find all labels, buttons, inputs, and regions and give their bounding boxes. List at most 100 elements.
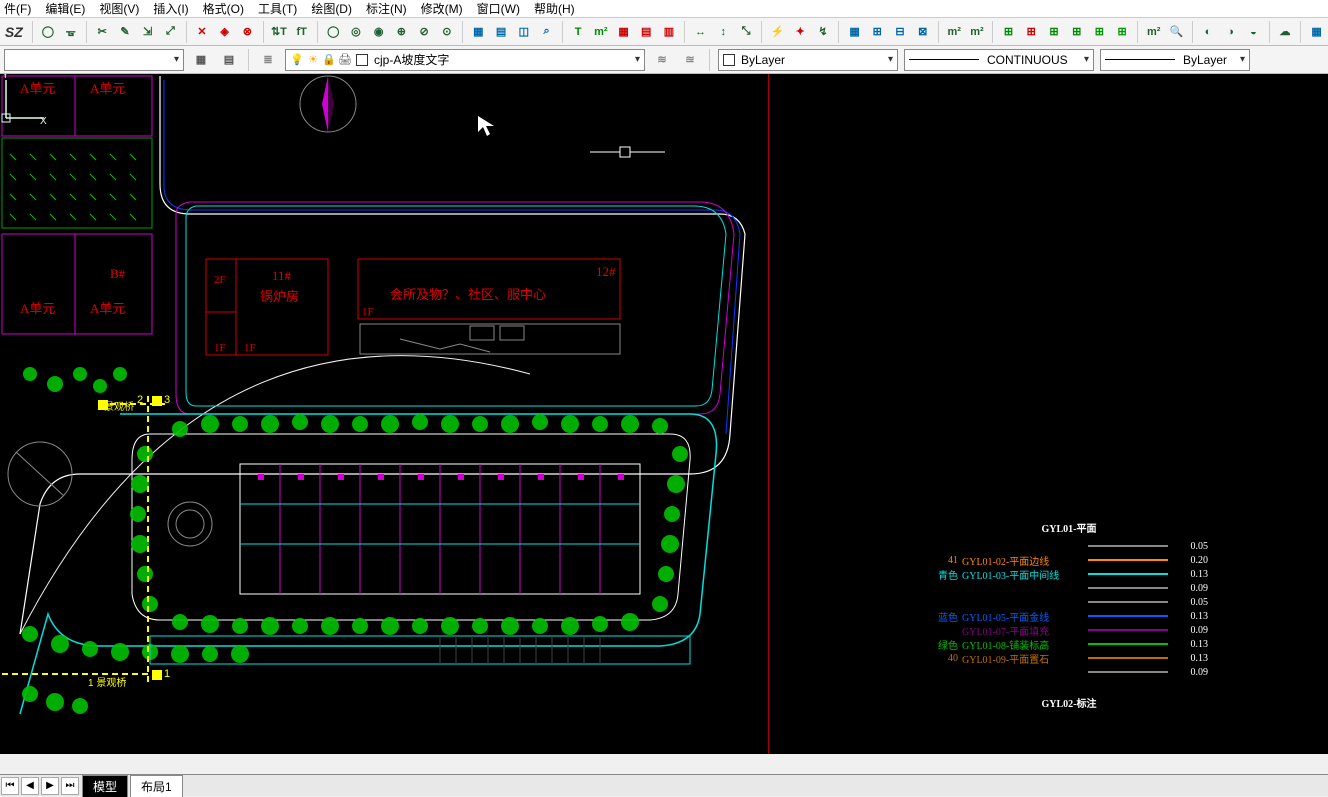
color-combo[interactable]: ▾ <box>4 49 184 71</box>
layer-stack-icon[interactable]: ≣ <box>257 49 279 71</box>
tab-model[interactable]: 模型 <box>82 775 128 797</box>
tool-icon-19[interactable]: ▤ <box>492 21 511 43</box>
tool-icon-43[interactable]: ⊞ <box>1090 21 1109 43</box>
tool-icon-4[interactable]: ✎ <box>116 21 135 43</box>
tool-icon-40[interactable]: ⊞ <box>1022 21 1041 43</box>
tool-icon-31[interactable]: ✦ <box>791 21 810 43</box>
properties-bar: ▾ ▦ ▤ ≣ 💡 ☀ 🔒 🖨 cjp-A坡度文字 ▾ ≋ ≊ ByLayer … <box>0 46 1328 74</box>
menu-format[interactable]: 格式(O) <box>203 0 244 17</box>
layer-name: cjp-A坡度文字 <box>374 51 449 68</box>
linetype-text: CONTINUOUS <box>987 53 1068 67</box>
layer-prev-icon[interactable]: ≋ <box>651 49 673 71</box>
legend-row: 41GYL01-02-平面边线0.20 <box>930 553 1208 567</box>
floor-2f: 2F <box>214 274 226 286</box>
tool-icon-6[interactable]: ⤢ <box>161 21 180 43</box>
tool-icon-22[interactable]: T <box>569 21 588 43</box>
tool-icon-10[interactable]: ⇅T <box>270 21 289 43</box>
drawing-canvas[interactable]: A单元 A单元 A单元 A单元 B# 11# 锅炉房 12# 会所及物？、社区、… <box>0 74 1328 754</box>
eleven-label: 11# <box>272 268 291 284</box>
layer-combo[interactable]: 💡 ☀ 🔒 🖨 cjp-A坡度文字 ▾ <box>285 49 645 71</box>
tool-icon-25[interactable]: ▤ <box>637 21 656 43</box>
yellow-tag-3: 3 <box>164 394 170 406</box>
tool-icon-29[interactable]: ⤡ <box>737 21 756 43</box>
tool-icon-50[interactable]: ☁ <box>1276 21 1295 43</box>
tab-prev-icon[interactable]: ◀ <box>21 777 39 795</box>
tool-icon-37[interactable]: m² <box>945 21 964 43</box>
tool-icon-16[interactable]: ⊘ <box>415 21 434 43</box>
tool-icon-26[interactable]: ▥ <box>660 21 679 43</box>
tool-icon-34[interactable]: ⊞ <box>868 21 887 43</box>
layer-manager-icon[interactable]: ▦ <box>190 49 212 71</box>
legend-row: 0.09 <box>930 665 1208 679</box>
tool-icon-33[interactable]: ▦ <box>845 21 864 43</box>
tool-icon-48[interactable]: ◑ <box>1221 21 1240 43</box>
linetype-combo[interactable]: CONTINUOUS ▾ <box>904 49 1094 71</box>
svg-text:Y: Y <box>2 74 9 81</box>
tool-icon-11[interactable]: fT <box>292 21 311 43</box>
legend-row: 绿色GYL01-08-铺装标高0.13 <box>930 637 1208 651</box>
print-icon: 🖨 <box>338 53 352 67</box>
tool-icon-24[interactable]: ▦ <box>614 21 633 43</box>
tool-icon-27[interactable]: ↔ <box>691 21 710 43</box>
tool-icon-5[interactable]: ⇲ <box>138 21 157 43</box>
tool-icon-39[interactable]: ⊞ <box>999 21 1018 43</box>
tool-icon-49[interactable]: ◒ <box>1244 21 1263 43</box>
tool-icon-20[interactable]: ◫ <box>514 21 533 43</box>
tool-icon-38[interactable]: m² <box>968 21 987 43</box>
tool-icon-15[interactable]: ⊕ <box>392 21 411 43</box>
tool-icon-2[interactable]: ᚗ <box>61 21 80 43</box>
tool-icon-12[interactable]: ◯ <box>324 21 343 43</box>
tool-icon-45[interactable]: m² <box>1144 21 1163 43</box>
color-bylayer-combo[interactable]: ByLayer ▾ <box>718 49 898 71</box>
lineweight-combo[interactable]: ByLayer ▾ <box>1100 49 1250 71</box>
tool-icon-30[interactable]: ⚡ <box>768 21 787 43</box>
tab-next-icon[interactable]: ▶ <box>41 777 59 795</box>
menu-file[interactable]: 件(F) <box>4 0 31 17</box>
sun-icon: ☀ <box>306 53 320 67</box>
tool-icon-46[interactable]: 🔍 <box>1167 21 1186 43</box>
tool-icon-3[interactable]: ✂ <box>93 21 112 43</box>
tool-icon-7[interactable]: ✕ <box>193 21 212 43</box>
tab-first-icon[interactable]: ⏮ <box>1 777 19 795</box>
tab-last-icon[interactable]: ⏭ <box>61 777 79 795</box>
tool-icon-13[interactable]: ◎ <box>347 21 366 43</box>
legend-row: 0.09 <box>930 581 1208 595</box>
tool-icon-51[interactable]: ▦ <box>1307 21 1326 43</box>
menu-help[interactable]: 帮助(H) <box>534 0 575 17</box>
tool-icon-47[interactable]: ◐ <box>1199 21 1218 43</box>
menu-view[interactable]: 视图(V) <box>99 0 139 17</box>
tool-icon-44[interactable]: ⊞ <box>1113 21 1132 43</box>
b-label: B# <box>110 266 125 282</box>
tool-icon-36[interactable]: ⊠ <box>913 21 932 43</box>
boiler-room-label: 锅炉房 <box>260 286 299 305</box>
tool-icon-23[interactable]: m² <box>591 21 610 43</box>
yellow-bridge-2: 景观桥 <box>104 398 134 413</box>
legend-row: 青色GYL01-03-平面中间线0.13 <box>930 567 1208 581</box>
menu-dimension[interactable]: 标注(N) <box>366 0 407 17</box>
tool-icon-9[interactable]: ⊗ <box>238 21 257 43</box>
tool-icon-28[interactable]: ↕ <box>714 21 733 43</box>
tab-layout1[interactable]: 布局1 <box>130 775 183 797</box>
layer-states-icon[interactable]: ▤ <box>218 49 240 71</box>
sz-logo-icon[interactable]: SZ <box>2 21 26 43</box>
tool-icon-35[interactable]: ⊟ <box>891 21 910 43</box>
ucs-icon: Y X <box>0 74 50 124</box>
menu-window[interactable]: 窗口(W) <box>477 0 520 17</box>
menu-edit[interactable]: 编辑(E) <box>45 0 85 17</box>
tool-icon-8[interactable]: ◈ <box>215 21 234 43</box>
menu-insert[interactable]: 插入(I) <box>153 0 188 17</box>
tool-icon-41[interactable]: ⊞ <box>1045 21 1064 43</box>
lock-icon: 🔒 <box>322 53 336 67</box>
menu-tools[interactable]: 工具(T) <box>258 0 297 17</box>
menu-draw[interactable]: 绘图(D) <box>311 0 352 17</box>
tool-icon-1[interactable]: ◯ <box>39 21 58 43</box>
tool-icon-14[interactable]: ◉ <box>369 21 388 43</box>
yellow-tag-1: 1 <box>164 668 170 680</box>
tool-icon-18[interactable]: ▦ <box>469 21 488 43</box>
layer-iso-icon[interactable]: ≊ <box>679 49 701 71</box>
menu-modify[interactable]: 修改(M) <box>421 0 463 17</box>
tool-icon-42[interactable]: ⊞ <box>1067 21 1086 43</box>
tool-icon-17[interactable]: ⊙ <box>437 21 456 43</box>
tool-icon-32[interactable]: ↯ <box>814 21 833 43</box>
tool-icon-21[interactable]: ⌕ <box>537 21 556 43</box>
